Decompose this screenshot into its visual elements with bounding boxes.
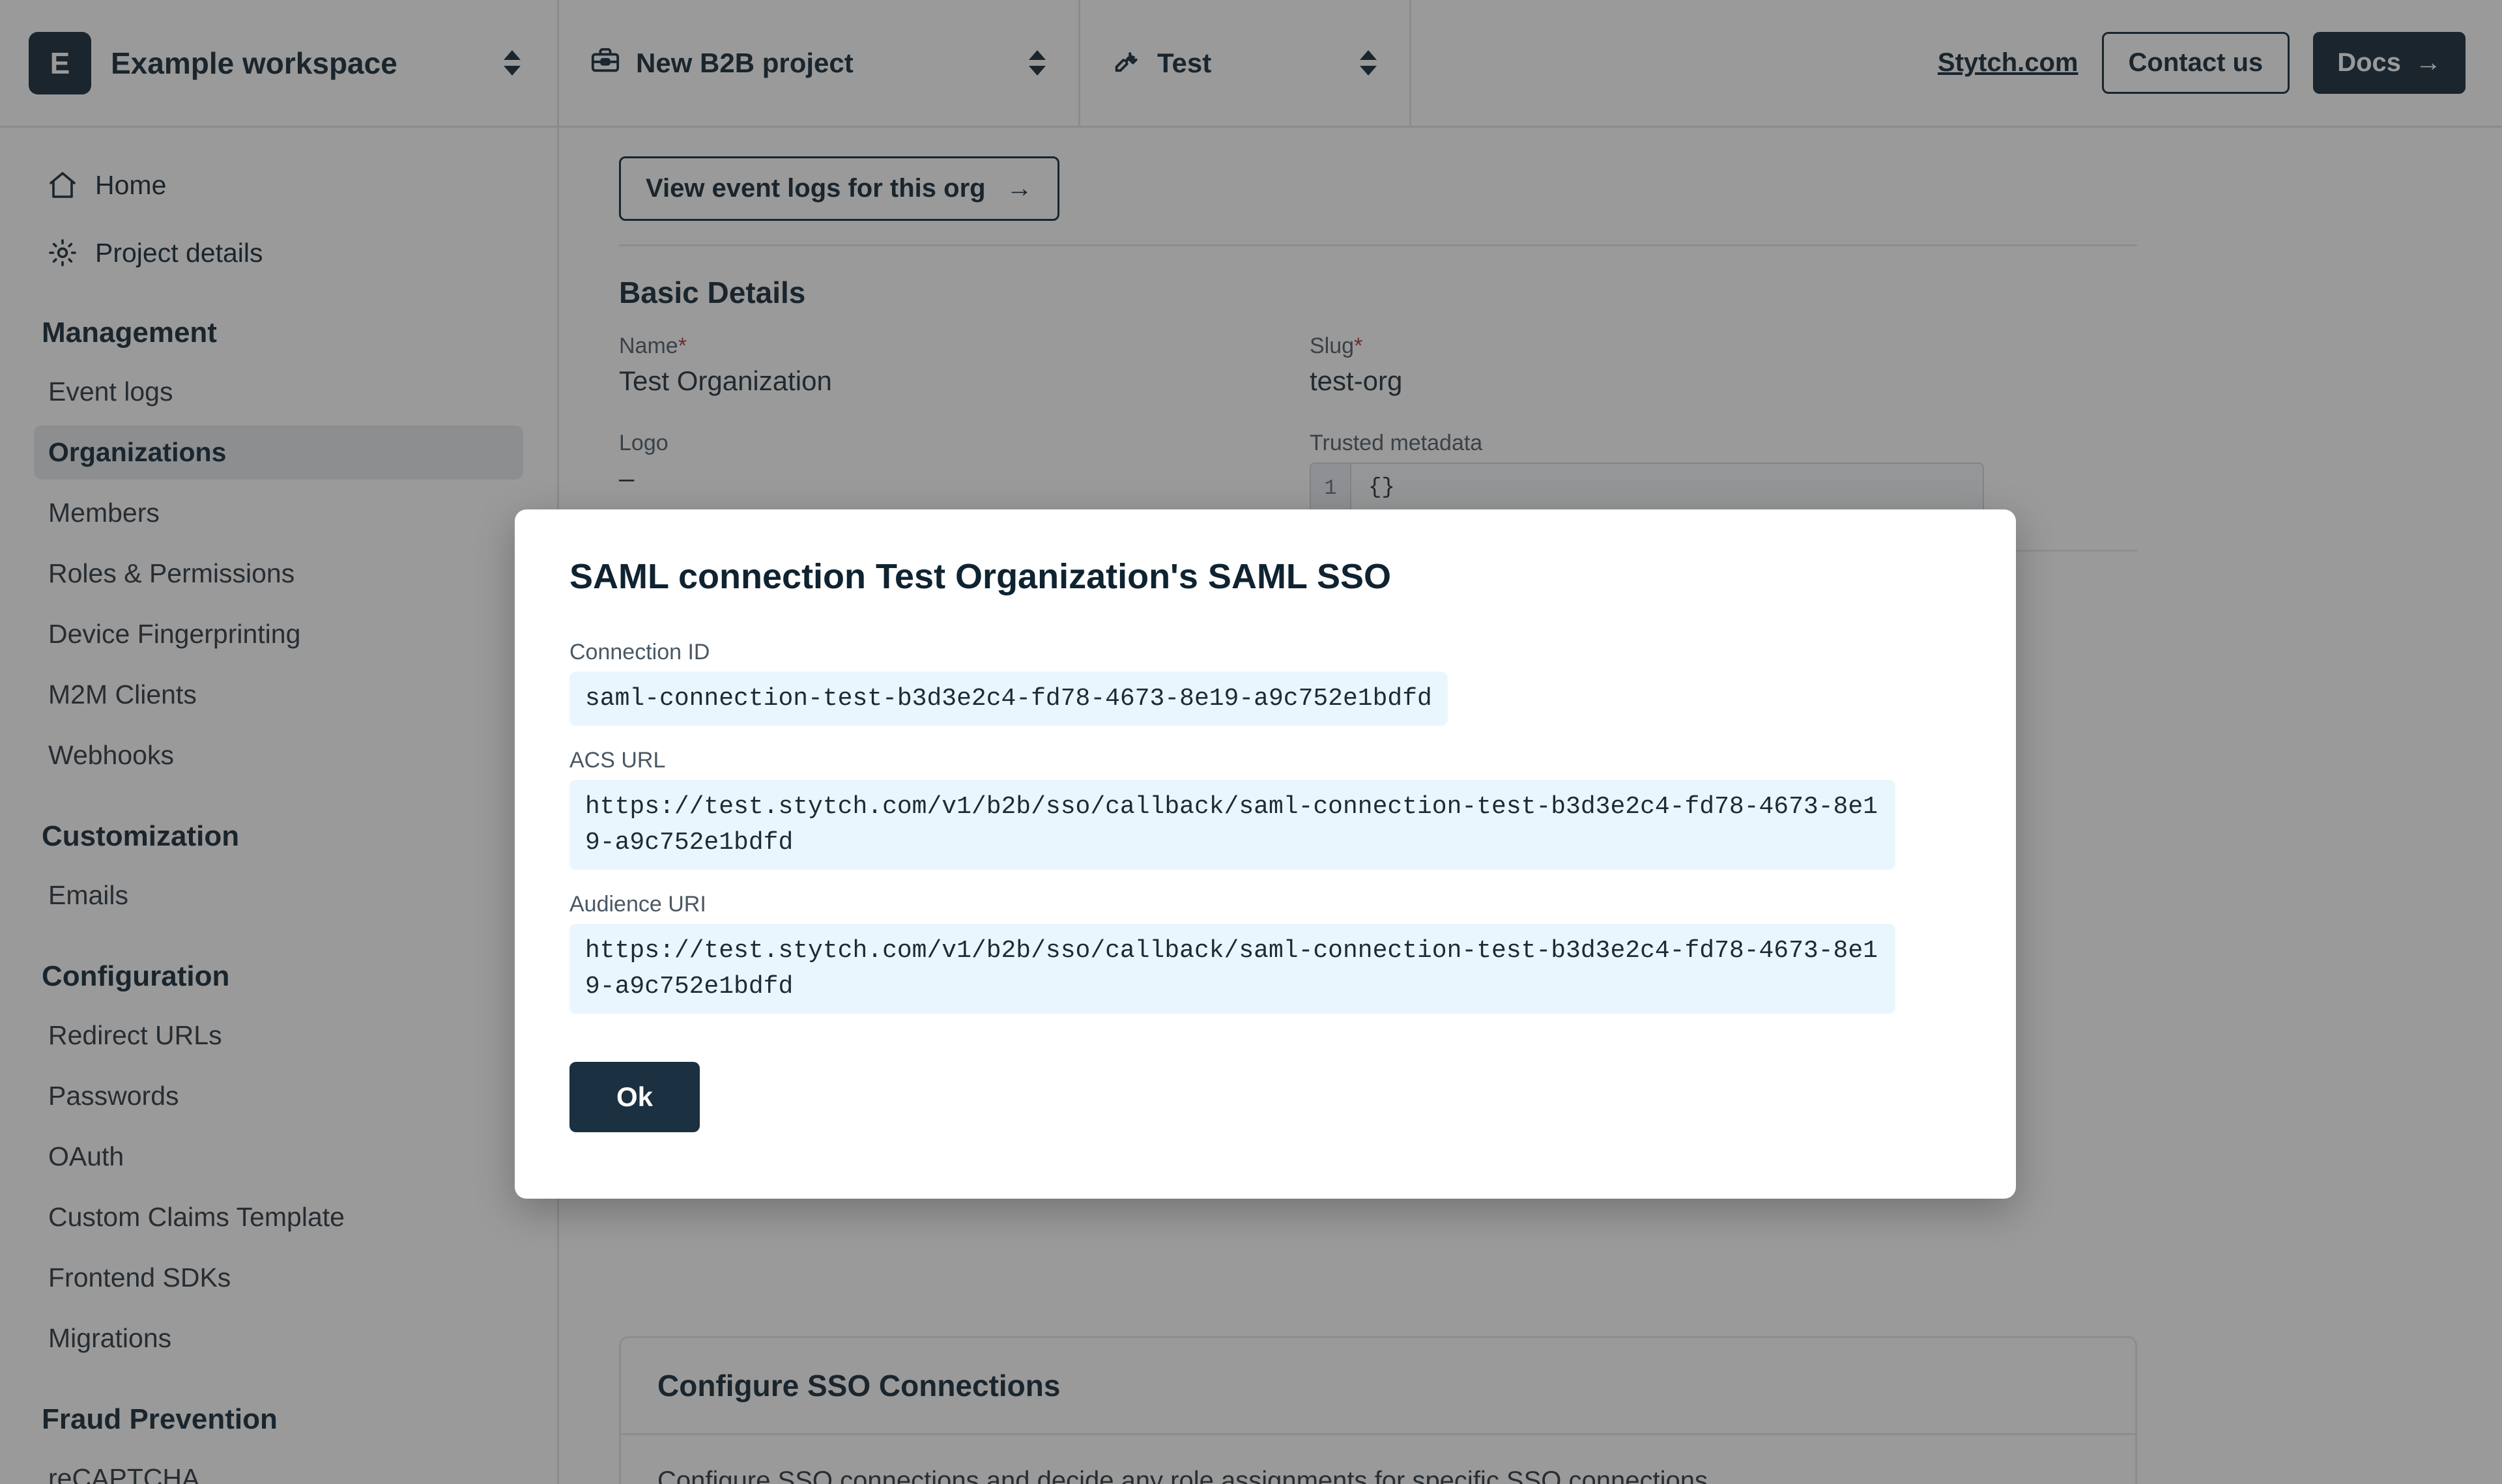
connection-id-value[interactable]: saml-connection-test-b3d3e2c4-fd78-4673-… <box>569 672 1448 726</box>
connection-id-label: Connection ID <box>569 640 710 664</box>
acs-url-value[interactable]: https://test.stytch.com/v1/b2b/sso/callb… <box>569 780 1895 870</box>
audience-uri-label: Audience URI <box>569 892 706 917</box>
audience-uri-value[interactable]: https://test.stytch.com/v1/b2b/sso/callb… <box>569 924 1895 1014</box>
app-root: E Example workspace New B2B project Test <box>0 0 2502 1484</box>
acs-url-label: ACS URL <box>569 748 666 773</box>
modal-title: SAML connection Test Organization's SAML… <box>569 557 1391 596</box>
ok-button[interactable]: Ok <box>569 1062 700 1133</box>
saml-connection-modal: SAML connection Test Organization's SAML… <box>515 509 2016 1199</box>
